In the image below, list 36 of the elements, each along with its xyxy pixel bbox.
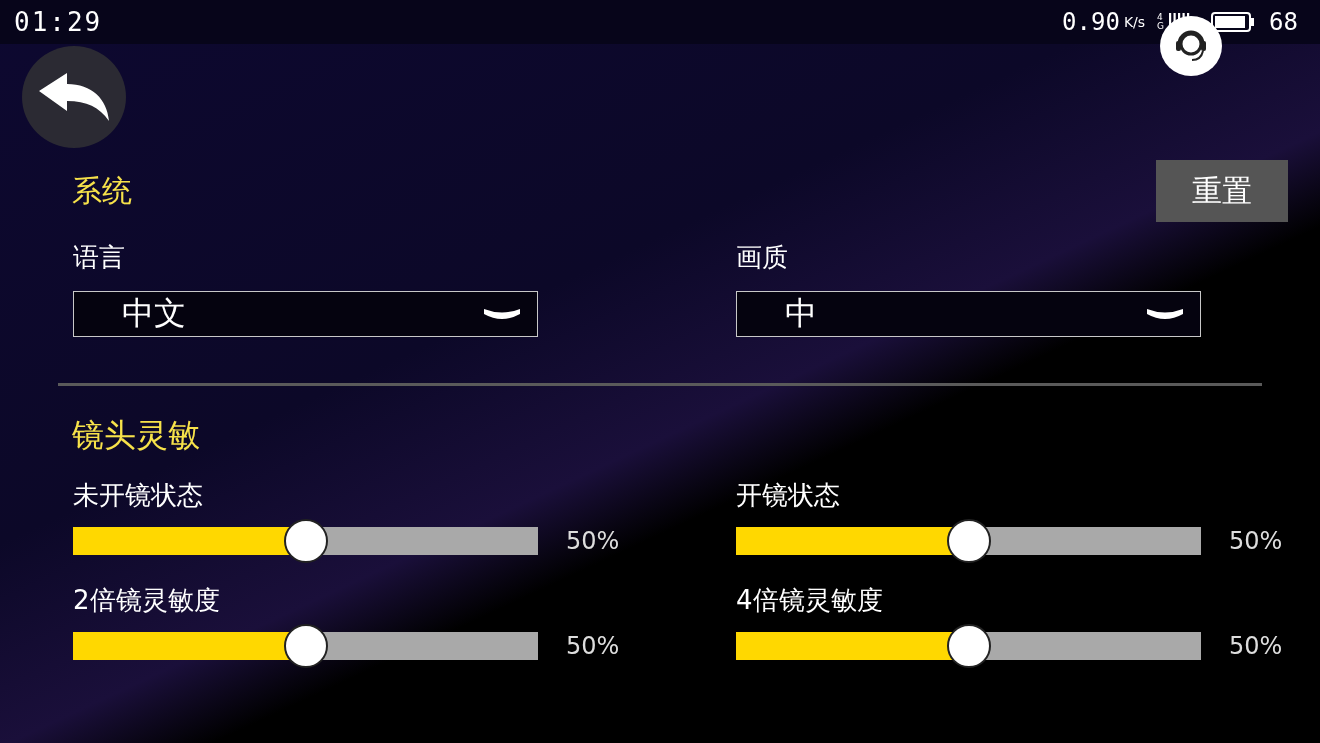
status-time: 01:29 <box>14 7 103 37</box>
chevron-down-icon <box>483 306 521 322</box>
slider-label: 2倍镜灵敏度 <box>73 584 220 617</box>
slider-label: 4倍镜灵敏度 <box>736 584 883 617</box>
back-arrow-icon <box>37 71 111 123</box>
battery-level: 68 <box>1269 8 1298 36</box>
speed-unit: K/s <box>1123 14 1146 30</box>
slider-thumb[interactable] <box>946 519 991 563</box>
slider-track[interactable] <box>73 632 538 660</box>
reset-button[interactable]: 重置 <box>1156 160 1288 222</box>
slider-thumb[interactable] <box>946 624 991 668</box>
slider-track[interactable] <box>736 527 1201 555</box>
network-type: 4G <box>1157 13 1166 31</box>
dropdown[interactable]: 中 <box>736 291 1201 337</box>
slider[interactable] <box>736 624 1201 668</box>
slider-track[interactable] <box>73 527 538 555</box>
slider[interactable] <box>73 519 538 563</box>
slider-thumb[interactable] <box>283 624 328 668</box>
slider-label: 开镜状态 <box>736 479 840 512</box>
field-label: 语言 <box>73 241 125 274</box>
dropdown[interactable]: 中文 <box>73 291 538 337</box>
slider-value: 50% <box>566 527 620 555</box>
field-label: 画质 <box>736 241 788 274</box>
network-speed: 0.90 <box>1062 8 1120 36</box>
section-title: 镜头灵敏 <box>71 415 201 456</box>
slider-track[interactable] <box>736 632 1201 660</box>
slider[interactable] <box>736 519 1201 563</box>
slider[interactable] <box>73 624 538 668</box>
chevron-down-icon <box>1146 306 1184 322</box>
section-title: 系统 <box>72 171 132 210</box>
slider-thumb[interactable] <box>283 519 328 563</box>
slider-value: 50% <box>1229 527 1283 555</box>
slider-value: 50% <box>1229 632 1283 660</box>
battery-icon <box>1211 12 1256 32</box>
slider-value: 50% <box>566 632 620 660</box>
slider-label: 未开镜状态 <box>73 479 203 512</box>
